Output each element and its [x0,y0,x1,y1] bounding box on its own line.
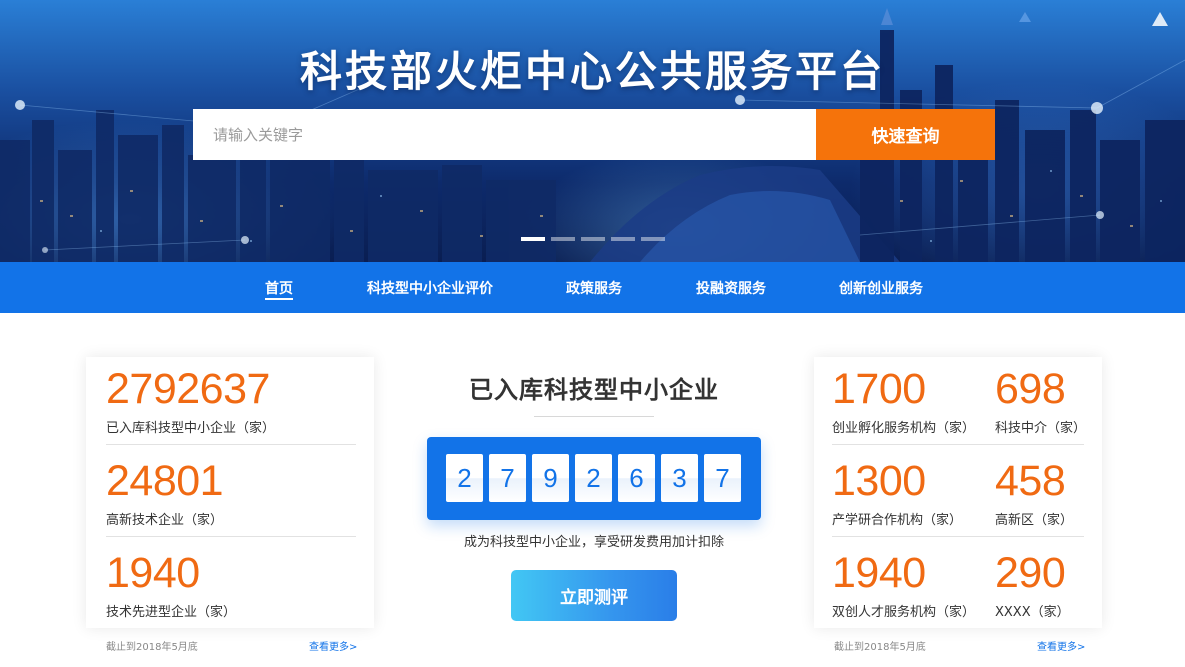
counter-digit: 9 [532,454,569,502]
main-nav: 首页 科技型中小企业评价 政策服务 投融资服务 创新创业服务 [0,262,1185,313]
stat-label: XXXX（家） [995,605,1070,620]
counter-digit: 7 [489,454,526,502]
stat-advanced-tech-count: 1940 技术先进型企业（家） [106,549,237,621]
data-date-note: 截止到2018年5月底 [834,642,926,653]
sme-counter-title: 已入库科技型中小企业 [469,376,719,404]
hero-banner: 科技部火炬中心公共服务平台 快速查询 [0,0,1185,262]
counter-digit: 7 [704,454,741,502]
title-divider [534,416,654,417]
stat-cooperation-count: 1300 产学研合作机构（家） [832,457,963,529]
stat-label: 创业孵化服务机构（家） [832,421,976,436]
stat-incubator-count: 1700 创业孵化服务机构（家） [832,365,976,437]
stat-label: 双创人才服务机构（家） [832,605,976,620]
divider [106,536,356,537]
stat-value: 24801 [106,457,224,505]
counter-digit: 3 [661,454,698,502]
stat-value: 1700 [832,365,926,413]
divider [832,536,1084,537]
stat-high-tech-zone-count: 458 高新区（家） [995,457,1074,529]
nav-item-investment-services[interactable]: 投融资服务 [696,262,766,313]
search-input[interactable] [193,109,816,160]
nav-item-innovation-services[interactable]: 创新创业服务 [839,262,923,313]
stat-value: 458 [995,457,1066,505]
stat-sme-count: 2792637 已入库科技型中小企业（家） [106,365,276,437]
stat-label: 高新区（家） [995,513,1074,528]
nav-item-home[interactable]: 首页 [265,262,293,313]
stat-value: 290 [995,549,1066,597]
stat-label: 高新技术企业（家） [106,513,224,528]
counter-digit: 6 [618,454,655,502]
stat-label: 产学研合作机构（家） [832,513,963,528]
view-more-link[interactable]: 查看更多> [309,638,357,653]
carousel-dot[interactable] [521,237,545,241]
carousel-indicators [521,237,665,241]
stat-talent-service-count: 1940 双创人才服务机构（家） [832,549,976,621]
stat-other-count: 290 XXXX（家） [995,549,1070,621]
nav-item-sme-evaluation[interactable]: 科技型中小企业评价 [367,262,493,313]
divider [832,444,1084,445]
quick-search-button[interactable]: 快速查询 [816,109,995,160]
enterprise-stats-card: 2792637 已入库科技型中小企业（家） 24801 高新技术企业（家） 19… [86,357,374,628]
view-more-link[interactable]: 查看更多> [1037,638,1085,653]
carousel-dot[interactable] [551,237,575,241]
sme-counter: 2 7 9 2 6 3 7 [427,437,761,520]
stat-label: 科技中介（家） [995,421,1087,436]
stat-value: 2792637 [106,365,270,413]
divider [106,444,356,445]
stat-intermediary-count: 698 科技中介（家） [995,365,1087,437]
stat-high-tech-count: 24801 高新技术企业（家） [106,457,224,529]
page-title: 科技部火炬中心公共服务平台 [299,47,885,96]
nav-item-policy-services[interactable]: 政策服务 [566,262,622,313]
data-date-note: 截止到2018年5月底 [106,642,198,653]
stat-label: 技术先进型企业（家） [106,605,237,620]
stat-value: 1940 [106,549,200,597]
counter-digit: 2 [446,454,483,502]
evaluate-now-button[interactable]: 立即测评 [511,570,677,621]
stat-label: 已入库科技型中小企业（家） [106,421,276,436]
sme-benefit-text: 成为科技型中小企业，享受研发费用加计扣除 [463,535,724,550]
carousel-dot[interactable] [581,237,605,241]
stat-value: 698 [995,365,1066,413]
carousel-dot[interactable] [641,237,665,241]
carousel-dot[interactable] [611,237,635,241]
stat-value: 1940 [832,549,926,597]
service-stats-card: 1700 创业孵化服务机构（家） 698 科技中介（家） 1300 产学研合作机… [814,357,1102,628]
counter-digit: 2 [575,454,612,502]
stat-value: 1300 [832,457,926,505]
